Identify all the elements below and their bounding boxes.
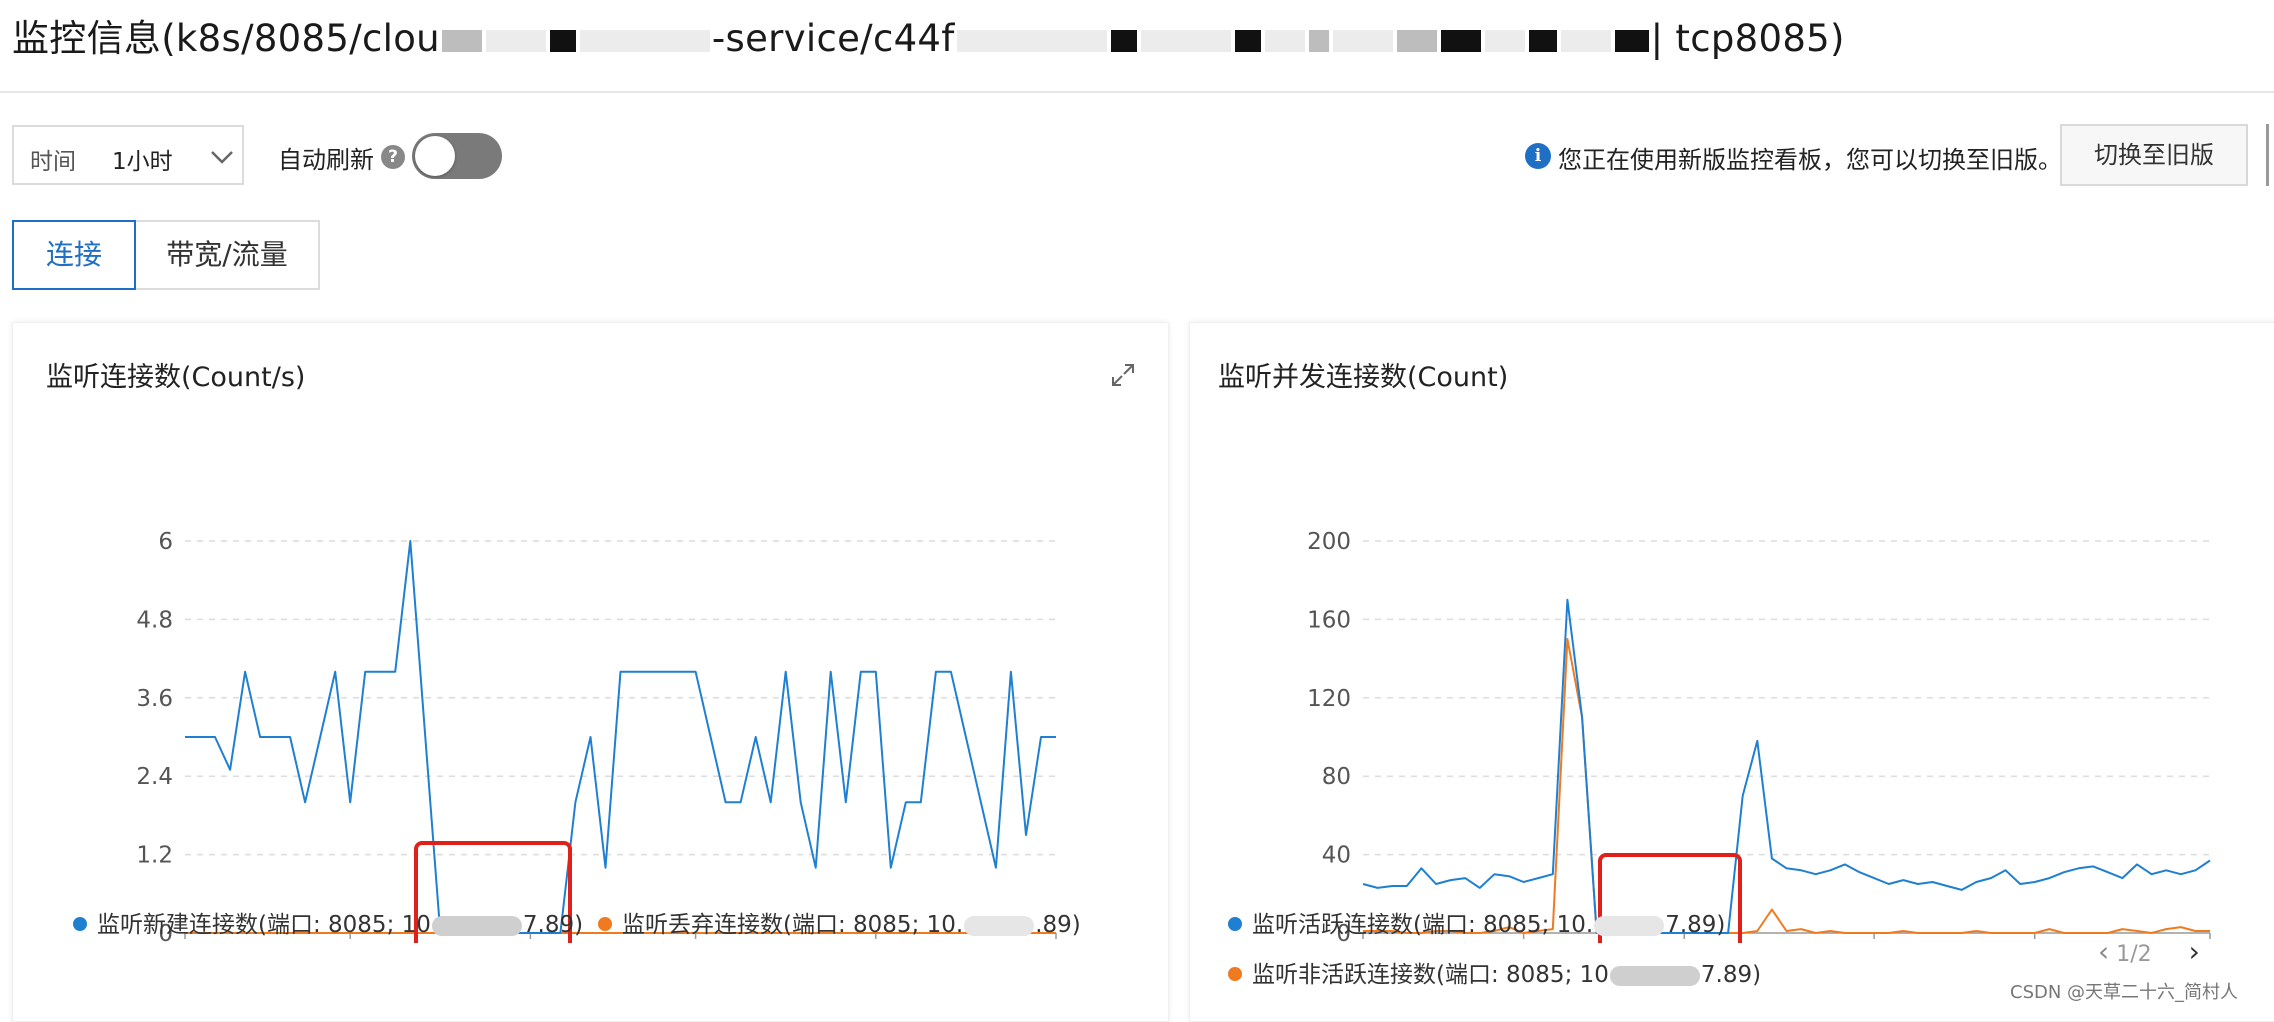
- redaction: [1110, 29, 1137, 52]
- toggle-knob: [415, 136, 455, 176]
- switch-to-old-version-button[interactable]: 切换至旧版: [2060, 124, 2248, 186]
- y-tick-label: 6: [158, 529, 173, 555]
- auto-refresh-label: 自动刷新: [278, 146, 374, 174]
- pager-current: 1: [2116, 942, 2131, 967]
- redaction: [1234, 29, 1261, 52]
- y-tick-label: 1.2: [136, 843, 173, 869]
- redaction: [1528, 29, 1557, 52]
- divider: [2266, 124, 2269, 186]
- redaction: [1609, 965, 1700, 986]
- panel-title: 监听连接数(Count/s): [46, 362, 306, 393]
- redaction: [579, 29, 710, 52]
- legend-dot: [1228, 916, 1242, 931]
- page-title: 监控信息(k8s/8085/clou -service/c44f | tcp8085…: [12, 8, 1845, 62]
- concurrent-connections-panel: 监听并发连接数(Count) 0408012016020015:53:0016:…: [1189, 322, 2274, 1022]
- legend-dot: [1228, 966, 1242, 981]
- redaction: [1332, 29, 1393, 52]
- legend-dot: [73, 916, 87, 931]
- prev-page-icon[interactable]: ‹: [2098, 935, 2109, 968]
- redaction: [1264, 29, 1305, 52]
- legend-label-suffix: 7.89): [1665, 912, 1726, 938]
- legend-label: 监听活跃连接数(端口: 8085; 10.: [1252, 912, 1594, 938]
- listen-connections-chart: 01.22.43.64.8615:53:0016:04:0016:16:0016…: [136, 529, 1057, 943]
- redaction: [1440, 29, 1481, 52]
- tab-connections[interactable]: 连接: [12, 220, 136, 290]
- redaction: [441, 29, 482, 52]
- y-tick-label: 4.8: [136, 607, 173, 633]
- chevron-down-icon: [211, 151, 233, 164]
- redaction: [1560, 29, 1611, 52]
- title-suffix: | tcp8085): [1650, 17, 1845, 60]
- y-tick-label: 3.6: [136, 686, 173, 712]
- redaction: [956, 29, 1107, 52]
- listen-connections-panel: 监听连接数(Count/s) 01.22.43.64.8615:53:0016:…: [12, 322, 1169, 1022]
- help-icon[interactable]: ?: [381, 145, 405, 169]
- y-tick-label: 80: [1322, 764, 1351, 790]
- title-bar: 监控信息(k8s/8085/clou -service/c44f | tcp8085…: [0, 0, 2274, 93]
- y-tick-label: 40: [1322, 843, 1351, 869]
- next-page-icon[interactable]: ›: [2189, 935, 2200, 968]
- redaction: [1140, 29, 1231, 52]
- redaction: [1594, 915, 1665, 936]
- redaction: [549, 29, 576, 52]
- series-line: [1362, 598, 2211, 934]
- concurrent-connections-chart: 0408012016020015:53:0016:04:0016:15:0016…: [1307, 529, 2211, 943]
- redaction: [1614, 29, 1649, 52]
- redaction: [431, 915, 522, 936]
- auto-refresh-toggle[interactable]: [412, 133, 502, 179]
- redaction: [1308, 29, 1329, 52]
- redaction: [1484, 29, 1525, 52]
- legend-item[interactable]: 监听丢弃连接数(端口: 8085; 10. .89): [598, 905, 1081, 939]
- time-value: 1小时: [112, 149, 173, 175]
- legend-label-suffix: 7.89): [522, 912, 584, 938]
- panel-title: 监听并发连接数(Count): [1218, 362, 1509, 393]
- series-line: [1363, 638, 2210, 934]
- redaction: [485, 29, 546, 52]
- legend-dot: [598, 916, 612, 931]
- title-prefix: 监控信息(k8s/8085/clou: [12, 17, 440, 60]
- y-tick-label: 2.4: [136, 764, 173, 790]
- legend-label: 监听丢弃连接数(端口: 8085; 10.: [622, 912, 964, 938]
- legend-item[interactable]: 监听非活跃连接数(端口: 8085; 10 7.89): [1228, 955, 1761, 989]
- legend-label: 监听新建连接数(端口: 8085; 10: [97, 912, 431, 938]
- legend-label: 监听非活跃连接数(端口: 8085; 10: [1252, 962, 1609, 988]
- y-tick-label: 120: [1307, 686, 1351, 712]
- time-range-select[interactable]: 时间 1小时: [12, 125, 244, 185]
- info-icon: i: [1525, 143, 1551, 169]
- tab-bandwidth-traffic[interactable]: 带宽/流量: [134, 220, 320, 290]
- pager-sep: /: [2130, 942, 2138, 967]
- redaction: [964, 915, 1035, 936]
- watermark: CSDN @天草二十六_简村人: [2010, 982, 2239, 1003]
- legend-label-suffix: .89): [1035, 912, 1081, 938]
- time-label: 时间: [30, 149, 76, 175]
- pager-total: 2: [2137, 942, 2152, 967]
- legend-item[interactable]: 监听新建连接数(端口: 8085; 10 7.89): [73, 905, 583, 939]
- title-mid: -service/c44f: [711, 17, 955, 60]
- info-text: 您正在使用新版监控看板，您可以切换至旧版。: [1558, 146, 2062, 174]
- legend-pager: ‹ 1/2 ›: [2098, 935, 2200, 968]
- y-tick-label: 160: [1307, 607, 1351, 633]
- expand-icon[interactable]: [1109, 361, 1137, 389]
- y-tick-label: 200: [1307, 529, 1351, 555]
- series-line: [185, 540, 1056, 934]
- legend-item[interactable]: 监听活跃连接数(端口: 8085; 10. 7.89): [1228, 905, 1725, 939]
- redaction: [1396, 29, 1437, 52]
- legend-label-suffix: 7.89): [1700, 962, 1762, 988]
